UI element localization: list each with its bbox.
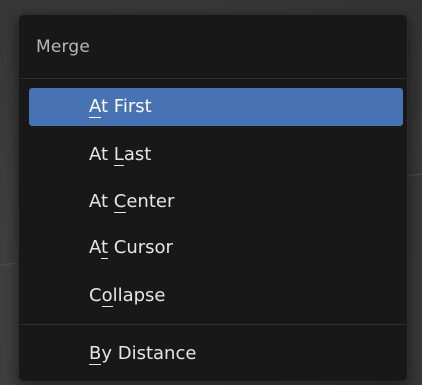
- merge-menu: Merge At First At Last At Center At Curs…: [18, 14, 408, 382]
- menu-item-by-distance[interactable]: By Distance: [29, 335, 403, 373]
- menu-separator: [20, 78, 406, 79]
- menu-item-collapse[interactable]: Collapse: [29, 277, 403, 315]
- menu-item-label: At Center: [89, 191, 175, 213]
- menu-item-at-first[interactable]: At First: [29, 88, 403, 126]
- menu-separator: [20, 324, 406, 325]
- menu-item-at-center[interactable]: At Center: [29, 183, 403, 221]
- 3d-viewport-background: Merge At First At Last At Center At Curs…: [0, 0, 422, 385]
- menu-item-label: Collapse: [89, 285, 166, 307]
- menu-item-at-last[interactable]: At Last: [29, 136, 403, 174]
- menu-item-at-cursor[interactable]: At Cursor: [29, 229, 403, 267]
- menu-item-label: By Distance: [89, 343, 197, 365]
- menu-item-label: At Last: [89, 144, 152, 166]
- menu-title: Merge: [36, 37, 91, 57]
- menu-item-label: At Cursor: [89, 237, 173, 259]
- menu-item-label: At First: [89, 96, 152, 118]
